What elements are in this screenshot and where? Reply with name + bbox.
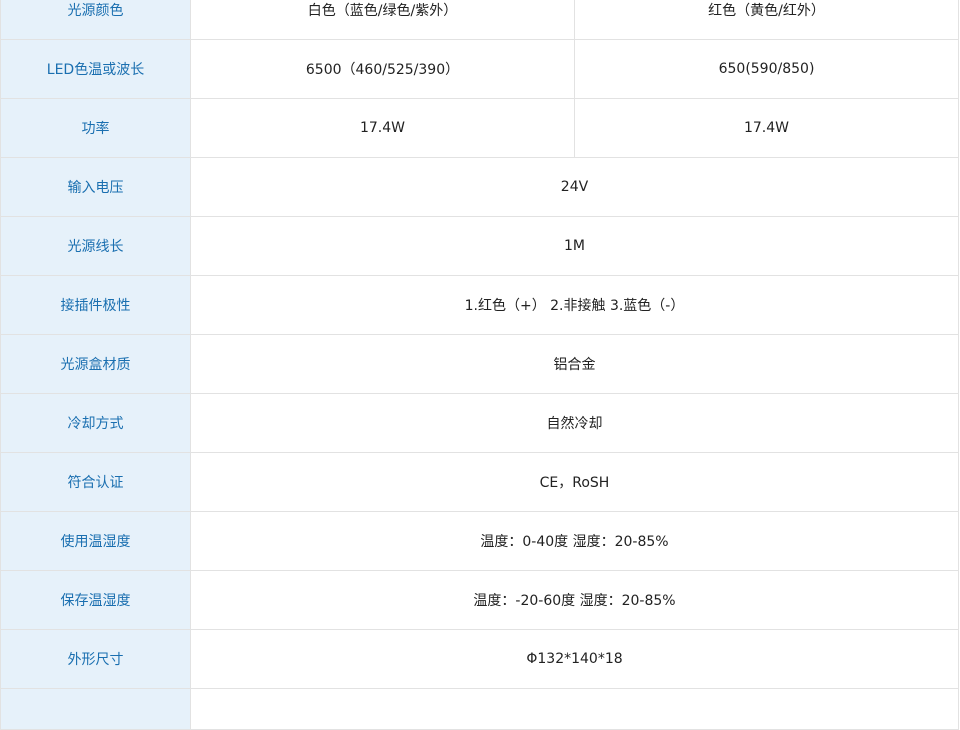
table-row: 功率 17.4W 17.4W: [0, 98, 959, 158]
table-row: LED色温或波长 6500（460/525/390） 650(590/850): [0, 39, 959, 99]
row-label-connector-polarity: 接插件极性: [0, 275, 191, 335]
row-label-cable-length: 光源线长: [0, 216, 191, 276]
row-label-light-color: 光源颜色: [0, 0, 191, 40]
value-power-white: 17.4W: [190, 98, 575, 158]
value-input-voltage: 24V: [190, 157, 959, 217]
row-label-color-temperature: LED色温或波长: [0, 39, 191, 99]
value-housing-material: 铝合金: [190, 334, 959, 394]
table-row: 保存温湿度 温度：-20-60度 湿度：20-85%: [0, 570, 959, 630]
table-row: 冷却方式 自然冷却: [0, 393, 959, 453]
row-label-cooling-method: 冷却方式: [0, 393, 191, 453]
table-row: 光源盒材质 铝合金: [0, 334, 959, 394]
table-row: 接插件极性 1.红色（+） 2.非接触 3.蓝色（-）: [0, 275, 959, 335]
value-dimensions: Φ132*140*18: [190, 629, 959, 689]
row-label-empty: [0, 688, 191, 730]
value-light-color-white: 白色（蓝色/绿色/紫外）: [190, 0, 575, 40]
table-row: 输入电压 24V: [0, 157, 959, 217]
value-light-color-red: 红色（黄色/红外）: [574, 0, 959, 40]
table-row: 使用温湿度 温度：0-40度 湿度：20-85%: [0, 511, 959, 571]
row-label-certification: 符合认证: [0, 452, 191, 512]
table-row: 符合认证 CE，RoSH: [0, 452, 959, 512]
row-label-storage-conditions: 保存温湿度: [0, 570, 191, 630]
value-cable-length: 1M: [190, 216, 959, 276]
table-row: 光源颜色 白色（蓝色/绿色/紫外） 红色（黄色/红外）: [0, 0, 959, 40]
value-color-temperature-red: 650(590/850): [574, 39, 959, 99]
value-color-temperature-white: 6500（460/525/390）: [190, 39, 575, 99]
value-empty: [190, 688, 959, 730]
table-row: 外形尺寸 Φ132*140*18: [0, 629, 959, 689]
row-label-housing-material: 光源盒材质: [0, 334, 191, 394]
row-label-power: 功率: [0, 98, 191, 158]
table-row: 光源线长 1M: [0, 216, 959, 276]
value-cooling-method: 自然冷却: [190, 393, 959, 453]
row-label-operating-conditions: 使用温湿度: [0, 511, 191, 571]
value-operating-conditions: 温度：0-40度 湿度：20-85%: [190, 511, 959, 571]
spec-table: 光源颜色 白色（蓝色/绿色/紫外） 红色（黄色/红外） LED色温或波长 650…: [0, 0, 959, 730]
value-storage-conditions: 温度：-20-60度 湿度：20-85%: [190, 570, 959, 630]
table-row-partial: [0, 688, 959, 730]
row-label-dimensions: 外形尺寸: [0, 629, 191, 689]
value-connector-polarity: 1.红色（+） 2.非接触 3.蓝色（-）: [190, 275, 959, 335]
value-power-red: 17.4W: [574, 98, 959, 158]
value-certification: CE，RoSH: [190, 452, 959, 512]
row-label-input-voltage: 输入电压: [0, 157, 191, 217]
